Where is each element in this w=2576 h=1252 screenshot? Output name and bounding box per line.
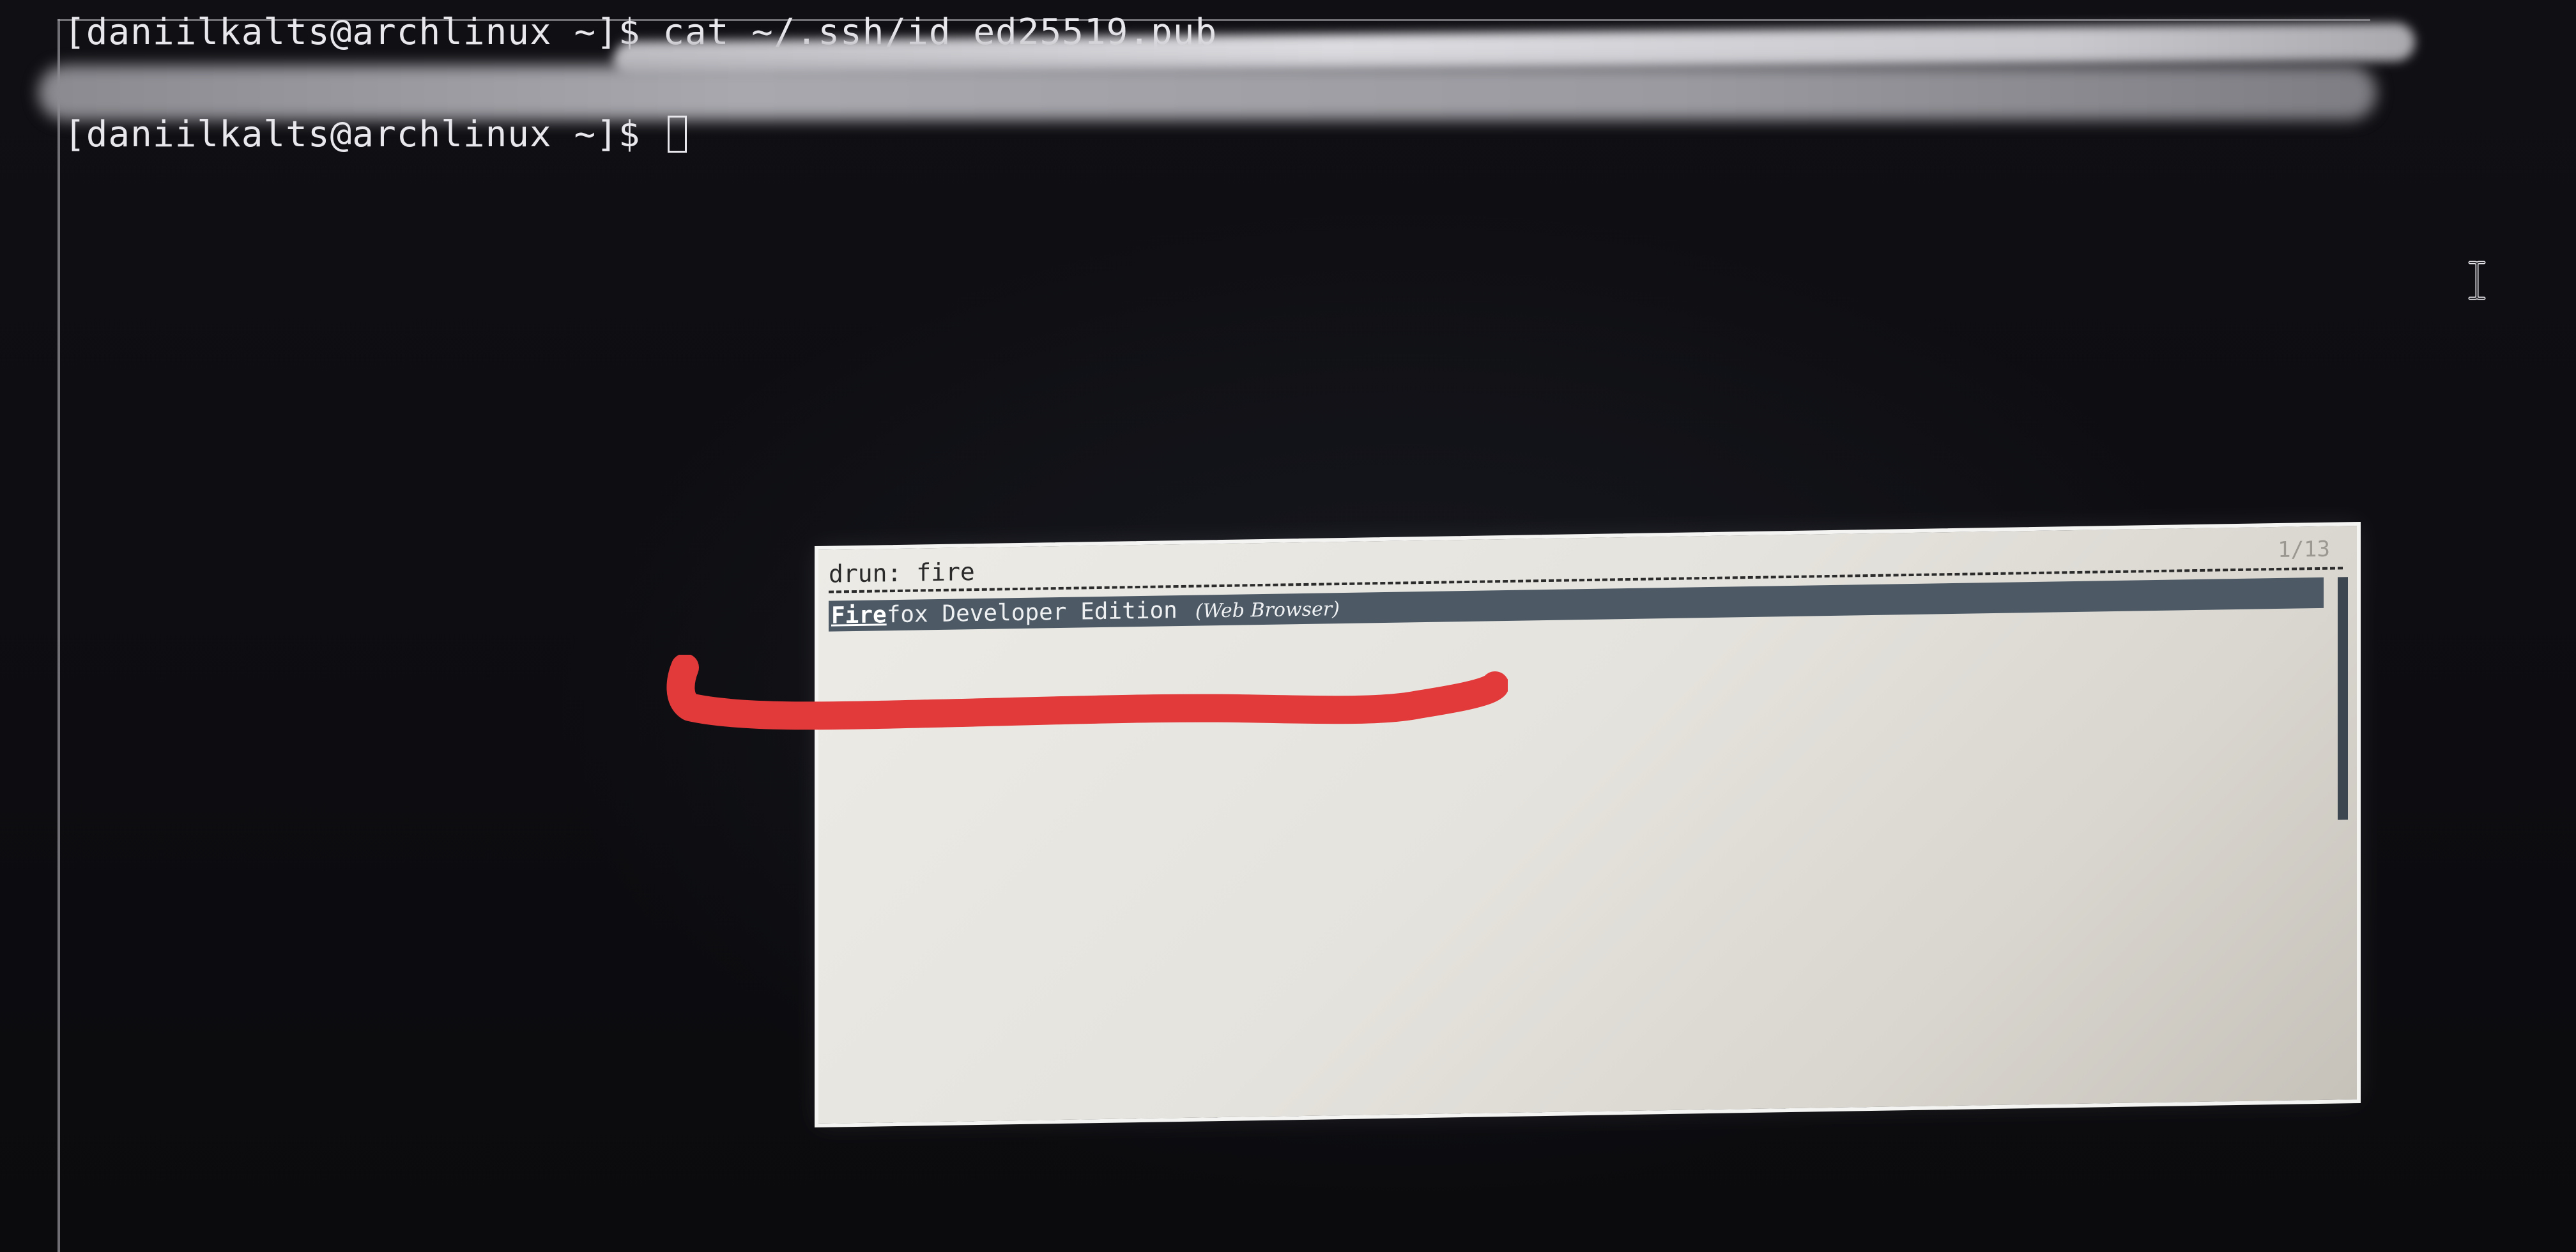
launcher-prompt[interactable]: drun: fire (829, 558, 975, 588)
ibeam-cursor-icon (2467, 261, 2487, 300)
entry-name-rest: fox Developer Edition (886, 597, 1177, 629)
terminal-line-command: [daniilkalts@archlinux ~]$ cat ~/.ssh/id… (64, 11, 1217, 53)
entry-generic-name: (Web Browser) (1195, 598, 1340, 623)
launcher-results-list: Firefox Developer Edition (Web Browser) (829, 577, 2324, 876)
shell-prompt: [daniilkalts@archlinux ~]$ (64, 11, 663, 53)
redaction-blur-bottom (38, 65, 2377, 120)
shell-prompt: [daniilkalts@archlinux ~]$ (64, 114, 663, 155)
terminal-line-prompt[interactable]: [daniilkalts@archlinux ~]$ (64, 114, 687, 155)
launcher-scrollbar[interactable] (2338, 577, 2348, 820)
text-cursor (668, 116, 687, 153)
launcher-mode-label: drun: (829, 558, 902, 588)
entry-match-highlight: Fire (831, 602, 887, 629)
launcher-result-counter: 1/13 (2278, 536, 2330, 563)
terminal-left-border (57, 19, 60, 1252)
app-launcher-window[interactable]: drun: fire 1/13 Firefox Developer Editio… (815, 521, 2361, 1127)
shell-command: cat ~/.ssh/id_ed25519.pub (663, 11, 1218, 53)
launcher-search-input[interactable]: fire (916, 558, 975, 586)
